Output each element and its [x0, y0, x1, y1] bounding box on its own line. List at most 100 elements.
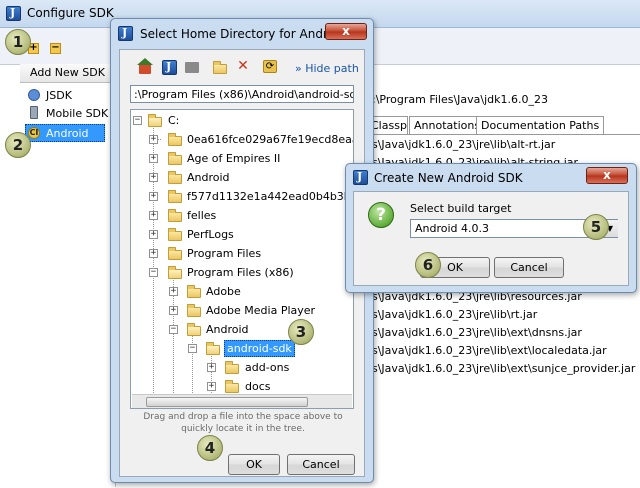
classpath-row[interactable]: s\Java\jdk1.6.0_23\jre\lib\alt-rt.jar: [372, 138, 555, 151]
tree-label: docs: [245, 380, 271, 393]
sdk-item-label: JSDK: [46, 89, 72, 102]
tree-node[interactable]: − Android: [131, 321, 353, 338]
expand-toggle[interactable]: +: [149, 211, 158, 220]
tree-node[interactable]: + Adobe: [131, 283, 353, 300]
folder-open-icon: [206, 342, 220, 355]
expand-toggle[interactable]: +: [207, 363, 216, 372]
tree-node[interactable]: + 0ea616fce029a67fe19ecd8eaab: [131, 131, 353, 148]
tree-label: Program Files: [187, 247, 262, 260]
window-title: Configure SDK: [27, 6, 114, 20]
tree-node[interactable]: + Adobe Media Player: [131, 302, 353, 319]
remove-sdk-minus-icon[interactable]: −: [50, 43, 61, 54]
tree-node-android-sdk[interactable]: − android-sdk: [131, 340, 353, 357]
tree-label: Program Files (x86): [187, 266, 294, 279]
classpath-row[interactable]: s\Java\jdk1.6.0_23\jre\lib\ext\sunjce_pr…: [372, 362, 635, 375]
sdk-item-mobile-sdk[interactable]: Mobile SDK: [26, 106, 114, 122]
tree-label: felles: [187, 209, 217, 222]
create-android-cancel-button[interactable]: Cancel: [494, 257, 564, 278]
select-home-ok-button[interactable]: OK: [228, 454, 280, 475]
tree-label: Android: [206, 323, 249, 336]
drag-drop-hint: Drag and drop a file into the space abov…: [143, 412, 343, 434]
expand-toggle[interactable]: +: [149, 173, 158, 182]
tree-node[interactable]: + felles: [131, 207, 353, 224]
expand-toggle[interactable]: +: [149, 154, 158, 163]
tree-node-c-drive[interactable]: − C:: [131, 112, 353, 129]
tab-annotations[interactable]: Annotations: [409, 116, 486, 134]
tree-label-selected: android-sdk: [224, 340, 295, 357]
folder-icon: [225, 361, 239, 374]
app-icon: [353, 170, 368, 185]
classpath-row[interactable]: s\Java\jdk1.6.0_23\jre\lib\ext\dnsns.jar: [372, 326, 582, 339]
tab-documentation-paths[interactable]: Documentation Paths: [476, 116, 605, 134]
tree-label: 0ea616fce029a67fe19ecd8eaab: [187, 133, 354, 146]
android-icon: CI: [28, 127, 40, 139]
folder-icon: [187, 304, 201, 317]
tree-label: Android: [187, 171, 230, 184]
tree-node[interactable]: + Program Files: [131, 245, 353, 262]
sdk-item-label: Mobile SDK: [46, 107, 109, 120]
mobile-icon: [30, 106, 38, 119]
tree-label: C:: [168, 114, 180, 127]
idea-icon[interactable]: [162, 60, 177, 75]
tree-label: add-ons: [245, 361, 290, 374]
classpath-row[interactable]: s\Java\jdk1.6.0_23\jre\lib\ext\localedat…: [372, 344, 607, 357]
delete-icon[interactable]: ✕: [237, 59, 249, 73]
hide-path-link[interactable]: » Hide path: [295, 62, 359, 75]
collapse-toggle[interactable]: −: [169, 325, 178, 334]
new-folder-icon[interactable]: [213, 61, 227, 74]
folder-icon: [168, 152, 182, 165]
expand-toggle[interactable]: +: [169, 306, 178, 315]
java-icon: [28, 89, 40, 101]
expand-toggle[interactable]: +: [149, 230, 158, 239]
sdk-item-android-sdk[interactable]: CI Android SDK: [25, 124, 105, 153]
sdk-home-path[interactable]: :\Program Files\Java\jdk1.6.0_23: [372, 93, 548, 106]
refresh-icon[interactable]: ⟳: [263, 60, 277, 73]
classpath-row[interactable]: s\Java\jdk1.6.0_23\jre\lib\rt.jar: [372, 308, 537, 321]
sdk-item-jsdk[interactable]: JSDK: [26, 88, 114, 104]
home-icon[interactable]: [139, 64, 151, 74]
question-icon: ?: [368, 202, 394, 228]
hide-path-label: Hide path: [305, 62, 359, 75]
collapse-toggle[interactable]: −: [188, 344, 197, 353]
tree-label: Age of Empires II: [187, 152, 281, 165]
add-new-sdk-header[interactable]: Add New SDK: [20, 64, 115, 83]
step-badge-3: 3: [288, 319, 314, 345]
tree-node[interactable]: + Age of Empires II: [131, 150, 353, 167]
tree-node[interactable]: + docs: [131, 378, 353, 395]
create-android-titlebar: Create New Android SDK x: [346, 164, 636, 190]
tree-label: PerfLogs: [187, 228, 234, 241]
step-badge-4: 4: [197, 435, 223, 461]
folder-icon[interactable]: [185, 62, 199, 73]
folder-icon: [168, 190, 182, 203]
app-icon: [6, 6, 21, 21]
build-target-label: Select build target: [410, 202, 512, 215]
close-icon[interactable]: x: [325, 23, 367, 40]
step-badge-2: 2: [5, 132, 31, 158]
expand-toggle[interactable]: +: [149, 249, 158, 258]
folder-icon: [168, 247, 182, 260]
folder-open-icon: [148, 114, 162, 127]
tree-node[interactable]: + add-ons: [131, 359, 353, 376]
folder-open-icon: [187, 323, 201, 336]
expand-toggle[interactable]: +: [149, 192, 158, 201]
tree-node[interactable]: + Android: [131, 169, 353, 186]
scrollbar-thumb[interactable]: [146, 397, 308, 407]
folder-icon: [168, 209, 182, 222]
tree-node[interactable]: + PerfLogs: [131, 226, 353, 243]
collapse-toggle[interactable]: −: [133, 116, 142, 125]
expand-toggle[interactable]: +: [149, 135, 158, 144]
folder-icon: [187, 285, 201, 298]
tree-node[interactable]: − Program Files (x86): [131, 264, 353, 281]
path-input[interactable]: :\Program Files (x86)\Android\android-sd…: [130, 85, 354, 103]
folder-icon: [168, 171, 182, 184]
collapse-toggle[interactable]: −: [149, 268, 158, 277]
expand-toggle[interactable]: +: [207, 382, 216, 391]
step-badge-6: 6: [415, 252, 441, 278]
horizontal-scrollbar[interactable]: [132, 394, 352, 408]
tree-node[interactable]: + f577d1132e1a442ead0b4b3b7b: [131, 188, 353, 205]
expand-toggle[interactable]: +: [169, 287, 178, 296]
dialog-title: Create New Android SDK: [374, 171, 523, 185]
close-icon[interactable]: x: [586, 167, 628, 184]
build-target-value: Android 4.0.3: [415, 222, 490, 235]
select-home-cancel-button[interactable]: Cancel: [287, 454, 355, 475]
